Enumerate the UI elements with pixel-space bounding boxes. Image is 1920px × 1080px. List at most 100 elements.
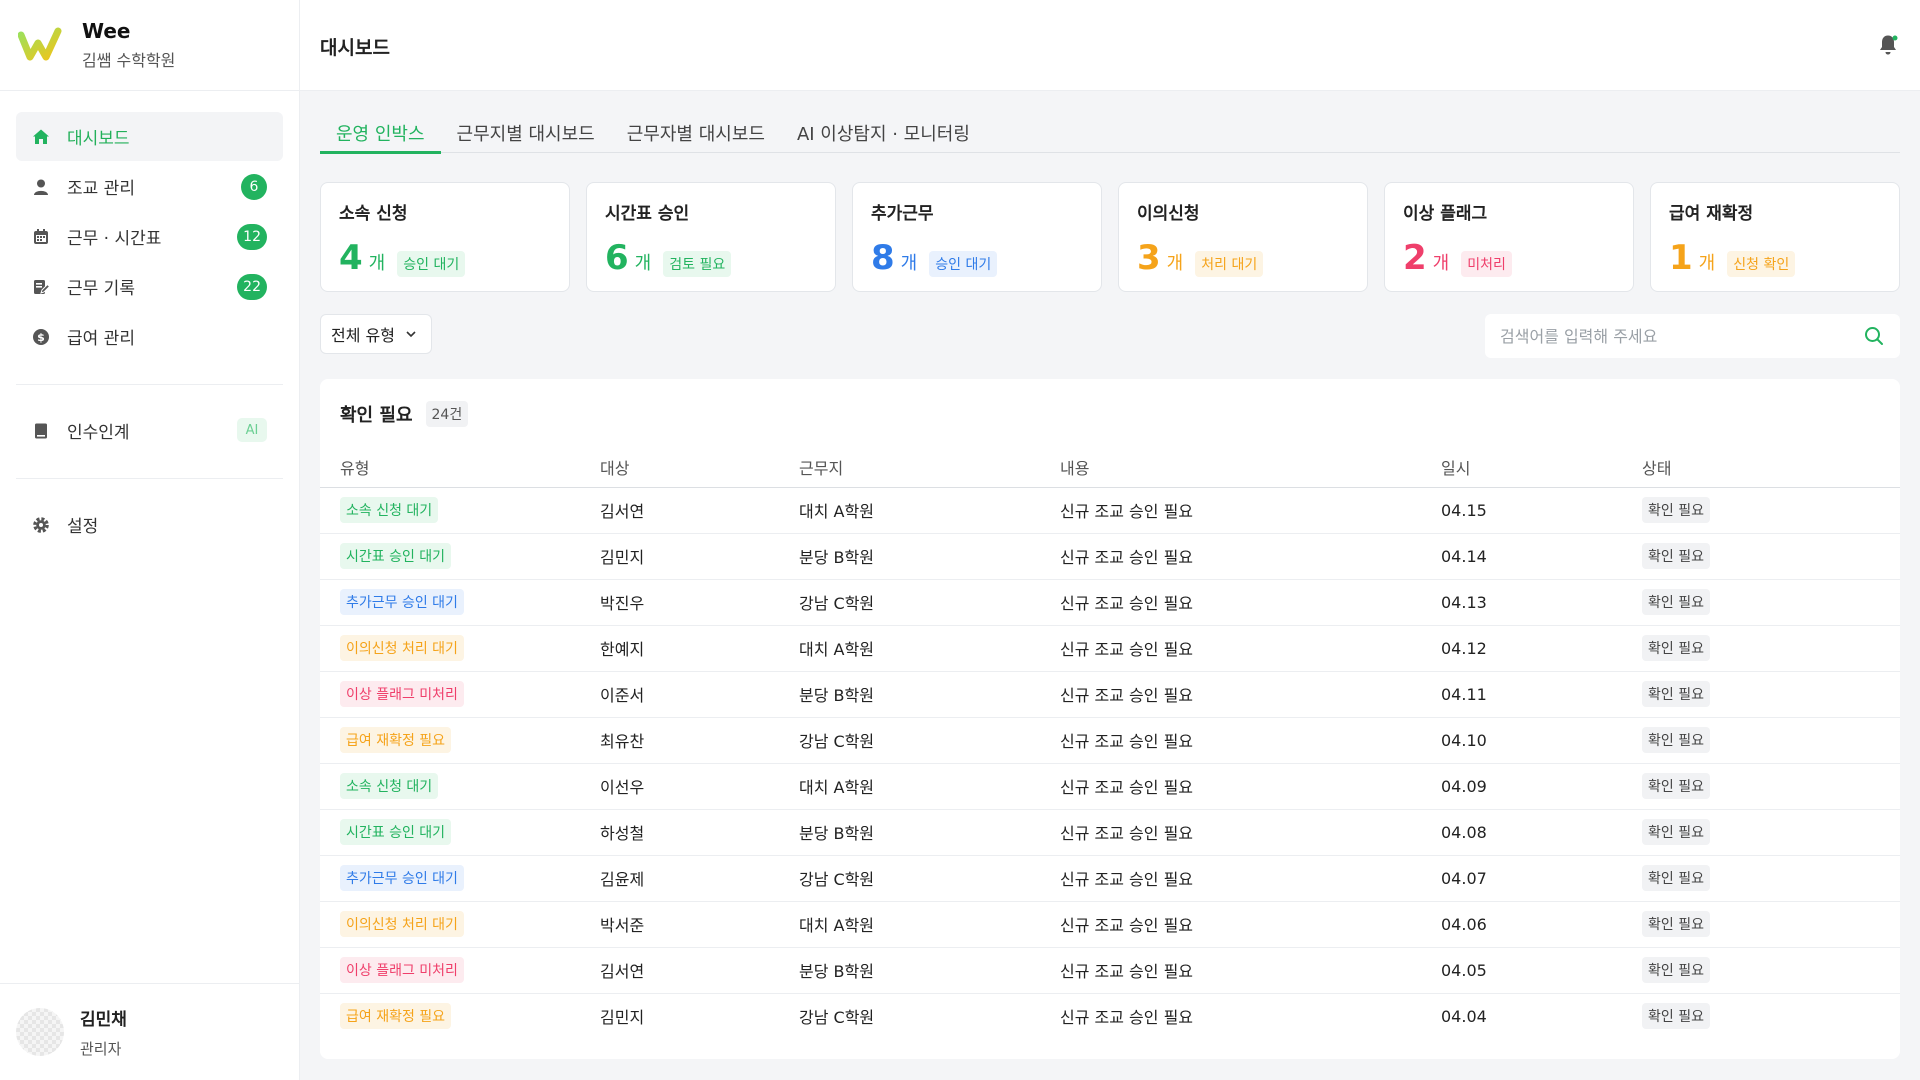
status-badge: 확인 필요 — [1642, 635, 1710, 661]
status-badge: 확인 필요 — [1642, 497, 1710, 523]
content-cell: 신규 조교 승인 필요 — [1060, 809, 1441, 856]
card-value: 3 — [1137, 238, 1161, 278]
place-cell: 강남 C학원 — [799, 717, 1060, 764]
dollar-icon: $ — [32, 328, 50, 346]
place-cell: 분당 B학원 — [799, 809, 1060, 856]
divider — [16, 384, 283, 385]
target-cell: 박진우 — [600, 579, 799, 626]
book-icon — [32, 422, 50, 440]
content-cell: 신규 조교 승인 필요 — [1060, 671, 1441, 718]
sidebar-item-work-records[interactable]: 근무 기록 22 — [16, 262, 283, 311]
place-cell: 강남 C학원 — [799, 1008, 875, 1028]
summary-card-anomaly[interactable]: 이상 플래그 2 개 미처리 — [1384, 182, 1634, 292]
tab-worker-dashboard[interactable]: 근무자별 대시보드 — [611, 120, 781, 153]
sidebar-item-dashboard[interactable]: 대시보드 — [16, 112, 283, 161]
status-badge: 확인 필요 — [1642, 589, 1710, 615]
sidebar-item-handover[interactable]: 인수인계 AI — [16, 406, 283, 455]
brand[interactable]: Wee 김쌤 수학학원 — [0, 0, 299, 91]
content-cell: 신규 조교 승인 필요 — [1060, 487, 1441, 534]
date-cell: 04.09 — [1441, 763, 1642, 810]
column-header-type[interactable]: 유형 — [320, 451, 600, 488]
tab-ops-inbox[interactable]: 운영 인박스 — [320, 120, 441, 154]
column-header-status[interactable]: 상태 — [1642, 451, 1900, 488]
summary-card-affiliation[interactable]: 소속 신청 4 개 승인 대기 — [320, 182, 570, 292]
panel-title: 확인 필요 — [340, 405, 413, 426]
avatar — [16, 1008, 64, 1056]
target-cell: 김민지 — [600, 1008, 645, 1028]
content-cell: 신규 조교 승인 필요 — [1060, 901, 1441, 948]
table-row[interactable]: 급여 재확정 필요 김민지 강남 C학원 신규 조교 승인 필요 04.04 확… — [320, 993, 1900, 1039]
tab-workplace-dashboard[interactable]: 근무지별 대시보드 — [441, 120, 611, 153]
card-tag: 승인 대기 — [397, 251, 466, 277]
status-badge: 확인 필요 — [1642, 681, 1710, 707]
date-cell: 04.13 — [1441, 579, 1642, 626]
card-title: 이상 플래그 — [1403, 204, 1488, 224]
table-row[interactable]: 이의신청 처리 대기 한예지 대치 A학원 신규 조교 승인 필요 04.12 … — [320, 625, 1900, 672]
user-profile[interactable]: 김민채 관리자 — [0, 983, 300, 1080]
table-row[interactable]: 시간표 승인 대기 하성철 분당 B학원 신규 조교 승인 필요 04.08 확… — [320, 809, 1900, 856]
column-header-target[interactable]: 대상 — [600, 451, 799, 488]
card-unit: 개 — [1698, 253, 1716, 274]
count-badge: 6 — [241, 174, 267, 200]
table-row[interactable]: 시간표 승인 대기 김민지 분당 B학원 신규 조교 승인 필요 04.14 확… — [320, 533, 1900, 580]
type-filter-dropdown[interactable]: 전체 유형 — [320, 314, 432, 354]
date-cell: 04.05 — [1441, 947, 1642, 994]
type-tag: 소속 신청 대기 — [340, 773, 439, 799]
target-cell: 박서준 — [600, 901, 799, 948]
bell-icon[interactable] — [1876, 33, 1900, 57]
summary-cards: 소속 신청 4 개 승인 대기 시간표 승인 6 개 검토 필요 추가근무 8 … — [320, 182, 1900, 292]
table-row[interactable]: 이상 플래그 미처리 이준서 분당 B학원 신규 조교 승인 필요 04.11 … — [320, 671, 1900, 718]
sidebar-item-payroll[interactable]: $ 급여 관리 — [16, 312, 283, 361]
calendar-icon — [32, 228, 50, 246]
sidebar-item-settings[interactable]: 설정 — [16, 500, 283, 549]
edit-record-icon — [32, 278, 50, 296]
gear-icon — [32, 516, 50, 534]
table-row[interactable]: 이의신청 처리 대기 박서준 대치 A학원 신규 조교 승인 필요 04.06 … — [320, 901, 1900, 948]
sidebar-item-label: 대시보드 — [67, 129, 130, 149]
sidebar-item-schedule[interactable]: 근무 · 시간표 12 — [16, 212, 283, 261]
sidebar: Wee 김쌤 수학학원 대시보드 조교 관리 6 근무 · 시간표 12 근무 … — [0, 0, 300, 1080]
table-row[interactable]: 추가근무 승인 대기 김윤제 강남 C학원 신규 조교 승인 필요 04.07 … — [320, 855, 1900, 902]
target-cell: 이선우 — [600, 763, 799, 810]
search-icon[interactable] — [1864, 326, 1884, 346]
card-title: 소속 신청 — [339, 204, 408, 224]
column-header-place[interactable]: 근무지 — [799, 451, 1060, 488]
summary-card-timetable[interactable]: 시간표 승인 6 개 검토 필요 — [586, 182, 836, 292]
target-cell: 하성철 — [600, 809, 799, 856]
card-value: 1 — [1669, 238, 1693, 278]
table-row[interactable]: 이상 플래그 미처리 김서연 분당 B학원 신규 조교 승인 필요 04.05 … — [320, 947, 1900, 994]
count-badge: 22 — [237, 274, 267, 300]
column-header-content[interactable]: 내용 — [1060, 451, 1441, 488]
column-header-date[interactable]: 일시 — [1441, 451, 1642, 488]
card-title: 급여 재확정 — [1669, 204, 1754, 224]
content-cell: 신규 조교 승인 필요 — [1060, 533, 1441, 580]
sidebar-item-label: 급여 관리 — [67, 329, 135, 349]
card-unit: 개 — [1432, 253, 1450, 274]
table-row[interactable]: 급여 재확정 필요 최유찬 강남 C학원 신규 조교 승인 필요 04.10 확… — [320, 717, 1900, 764]
date-cell: 04.10 — [1441, 717, 1642, 764]
target-cell: 김서연 — [600, 487, 799, 534]
table-row[interactable]: 추가근무 승인 대기 박진우 강남 C학원 신규 조교 승인 필요 04.13 … — [320, 579, 1900, 626]
filter-label: 전체 유형 — [331, 326, 395, 345]
date-cell: 04.06 — [1441, 901, 1642, 948]
date-cell: 04.11 — [1441, 671, 1642, 718]
status-badge: 확인 필요 — [1642, 727, 1710, 753]
status-badge: 확인 필요 — [1642, 865, 1710, 891]
place-cell: 분당 B학원 — [799, 533, 1060, 580]
summary-card-objection[interactable]: 이의신청 3 개 처리 대기 — [1118, 182, 1368, 292]
type-tag: 추가근무 승인 대기 — [340, 589, 464, 615]
page-title: 대시보드 — [320, 37, 390, 59]
tab-ai-anomaly[interactable]: AI 이상탐지 · 모니터링 — [781, 120, 986, 153]
search-input[interactable] — [1485, 314, 1900, 358]
summary-card-overtime[interactable]: 추가근무 8 개 승인 대기 — [852, 182, 1102, 292]
type-tag: 이상 플래그 미처리 — [340, 681, 464, 707]
table-row[interactable]: 소속 신청 대기 김서연 대치 A학원 신규 조교 승인 필요 04.15 확인… — [320, 487, 1900, 534]
table-row[interactable]: 소속 신청 대기 이선우 대치 A학원 신규 조교 승인 필요 04.09 확인… — [320, 763, 1900, 810]
status-badge: 확인 필요 — [1642, 819, 1710, 845]
content-cell: 신규 조교 승인 필요 — [1060, 763, 1441, 810]
card-tag: 신청 확인 — [1727, 251, 1796, 277]
sidebar-item-assistants[interactable]: 조교 관리 6 — [16, 162, 283, 211]
summary-card-payroll[interactable]: 급여 재확정 1 개 신청 확인 — [1650, 182, 1900, 292]
content-cell: 신규 조교 승인 필요 — [1060, 1008, 1194, 1028]
status-badge: 확인 필요 — [1642, 543, 1710, 569]
